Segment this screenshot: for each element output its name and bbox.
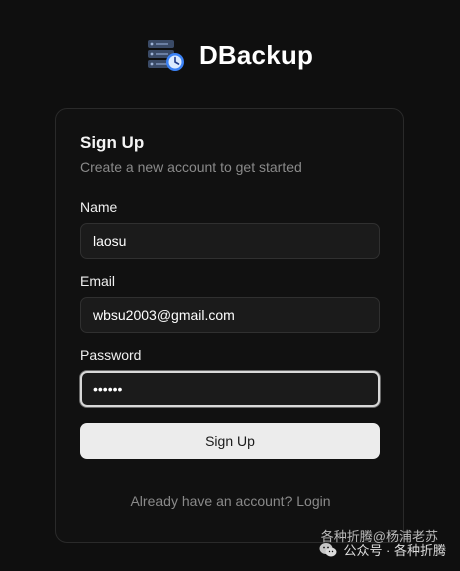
- app-name: DBackup: [198, 39, 314, 70]
- signup-page: DBackup Sign Up Create a new account to …: [0, 0, 460, 571]
- card-title: Sign Up: [80, 133, 145, 152]
- signup-card: Sign Up Create a new account to get star…: [55, 108, 404, 543]
- name-label: Name: [80, 199, 118, 215]
- brand-header: DBackup: [0, 38, 460, 72]
- watermark-line2: 公众号 · 各种折腾: [343, 543, 446, 558]
- password-label: Password: [80, 347, 142, 363]
- name-input[interactable]: [80, 223, 380, 259]
- signup-button[interactable]: Sign Up: [80, 423, 380, 459]
- watermark: 公众号 · 各种折腾: [319, 540, 446, 559]
- card-subtitle: Create a new account to get started: [80, 159, 302, 175]
- wechat-icon: [319, 542, 337, 556]
- email-label: Email: [80, 273, 116, 289]
- email-input[interactable]: [80, 297, 380, 333]
- password-input[interactable]: [80, 371, 380, 407]
- login-link[interactable]: Already have an account? Login: [56, 493, 405, 509]
- database-clock-icon: [147, 40, 184, 71]
